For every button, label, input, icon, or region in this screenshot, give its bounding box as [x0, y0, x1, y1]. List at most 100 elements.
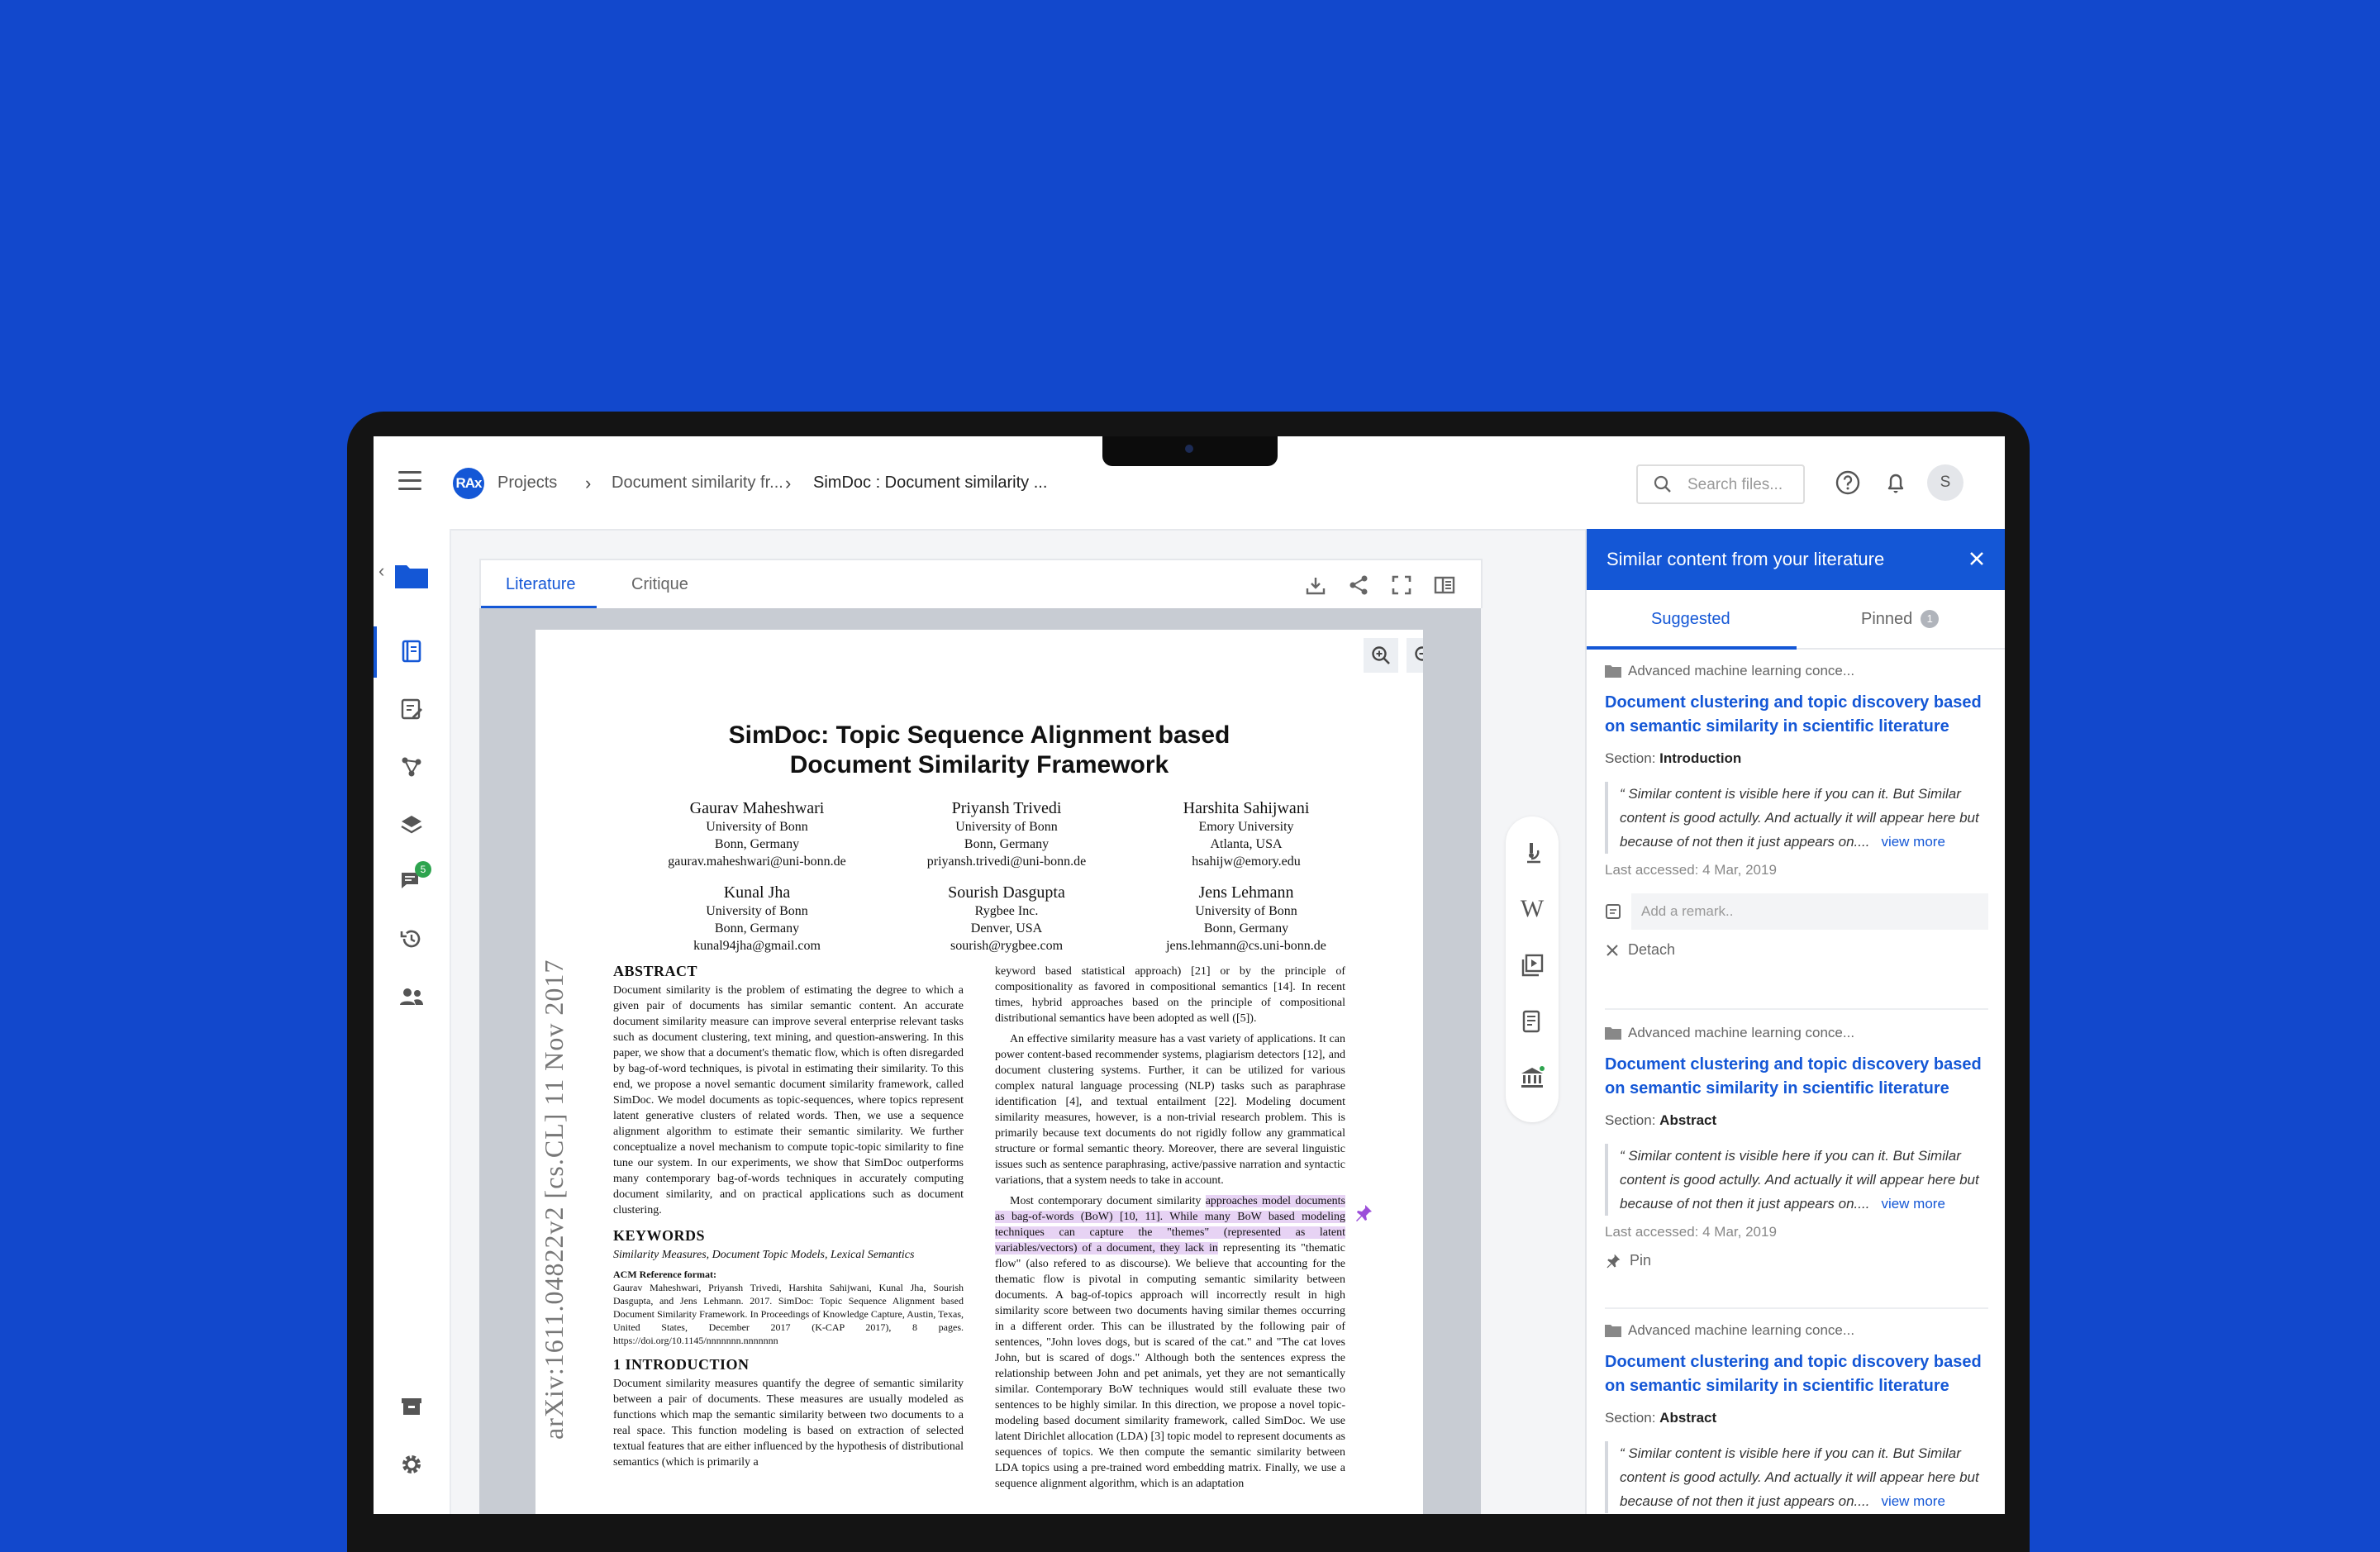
last-accessed: Last accessed: 4 Mar, 2019 — [1605, 1224, 1777, 1240]
folder-icon[interactable] — [393, 557, 430, 593]
view-more-link[interactable]: view more — [1881, 834, 1944, 850]
keywords-heading: KEYWORDS — [613, 1227, 706, 1244]
breadcrumb-projects[interactable]: Projects — [497, 474, 557, 493]
download-icon[interactable] — [1304, 574, 1327, 597]
similar-content-card: Advanced machine learning conce... Docum… — [1605, 1025, 1988, 1269]
tab-pinned[interactable]: Pinned 1 — [1861, 610, 1940, 629]
wikipedia-icon[interactable]: W — [1519, 895, 1545, 922]
author-block: Harshita Sahijwani Emory University Atla… — [1183, 799, 1310, 869]
card-section: Section: Introduction — [1605, 750, 1742, 766]
right-column: keyword based statistical approach) [21]… — [995, 964, 1345, 1497]
folder-icon — [1605, 1027, 1621, 1040]
folder-icon — [1605, 665, 1621, 678]
chevron-right-icon: › — [785, 473, 792, 493]
literature-icon[interactable] — [393, 633, 430, 669]
panel-title: Similar content from your literature — [1606, 549, 1885, 569]
author-block: Jens Lehmann University of Bonn Bonn, Ge… — [1166, 883, 1326, 953]
author-block: Priyansh Trivedi University of Bonn Bonn… — [926, 799, 1087, 869]
zoom-out-icon[interactable] — [1407, 638, 1423, 673]
layers-icon[interactable] — [393, 807, 430, 843]
folder-icon — [1605, 1325, 1621, 1337]
view-more-link[interactable]: view more — [1881, 1196, 1944, 1212]
tab-literature[interactable]: Literature — [506, 575, 576, 594]
note-icon — [1606, 904, 1621, 919]
chevron-right-icon: › — [585, 473, 592, 493]
institution-icon[interactable] — [1519, 1064, 1545, 1091]
introduction-text[interactable]: Document similarity measures quantify th… — [613, 1376, 964, 1470]
author-block: Sourish Dasgupta Rygbee Inc. Denver, USA… — [948, 883, 1065, 953]
team-icon[interactable] — [393, 978, 430, 1015]
pin-button[interactable]: Pin — [1605, 1252, 1988, 1269]
collapse-chevron-icon[interactable]: ‹ — [378, 560, 384, 582]
keywords-text: Similarity Measures, Document Topic Mode… — [613, 1249, 915, 1261]
paragraph[interactable]: keyword based statistical approach) [21]… — [995, 964, 1345, 1026]
left-rail: ‹ 5 — [374, 529, 451, 1514]
close-icon[interactable] — [1967, 549, 1987, 569]
breadcrumb-project[interactable]: Document similarity fr... — [612, 474, 783, 493]
acm-text: Gaurav Maheshwari, Priyansh Trivedi, Har… — [613, 1282, 964, 1346]
pinned-count-badge: 1 — [1921, 610, 1940, 628]
acm-heading: ACM Reference format: — [613, 1269, 717, 1280]
card-title-link[interactable]: Document clustering and topic discovery … — [1605, 691, 1988, 739]
arxiv-identifier: arXiv:1611.04822v2 [cs.CL] 11 Nov 2017 — [539, 959, 569, 1440]
last-accessed: Last accessed: 4 Mar, 2019 — [1605, 862, 1777, 878]
notes-edit-icon[interactable] — [393, 691, 430, 727]
introduction-heading: 1 INTRODUCTION — [613, 1356, 750, 1373]
card-quote: “ Similar content is visible here if you… — [1605, 782, 1988, 854]
document-viewer: Literature Critique SimDoc: Topic Sequen… — [479, 559, 1483, 1514]
author-block: Gaurav Maheshwari University of Bonn Bon… — [668, 799, 846, 869]
pdf-canvas: SimDoc: Topic Sequence Alignment based D… — [479, 608, 1481, 1514]
card-title-link[interactable]: Document clustering and topic discovery … — [1605, 1350, 1988, 1398]
viewer-tabs: Literature Critique — [479, 559, 1483, 608]
remark-input[interactable]: Add a remark.. — [1631, 893, 1988, 930]
left-column: ABSTRACT Document similarity is the prob… — [613, 964, 964, 1475]
tool-strip: W — [1506, 816, 1559, 1122]
paragraph[interactable]: Most contemporary document similarity ap… — [995, 1193, 1345, 1492]
archive-icon[interactable] — [393, 1388, 430, 1425]
divider — [1605, 1008, 1988, 1010]
history-icon[interactable] — [393, 921, 430, 957]
card-section: Section: Abstract — [1605, 1410, 1717, 1426]
help-icon[interactable] — [1833, 468, 1863, 497]
pin-icon — [1606, 1254, 1621, 1268]
detach-button[interactable]: Detach — [1605, 941, 1988, 959]
view-more-link[interactable]: view more — [1881, 1493, 1944, 1509]
share-icon[interactable] — [1347, 574, 1370, 597]
tab-suggested[interactable]: Suggested — [1651, 610, 1730, 629]
card-folder[interactable]: Advanced machine learning conce... — [1605, 663, 1988, 679]
panel-tabs: Suggested Pinned 1 — [1587, 590, 2005, 650]
zoom-in-icon[interactable] — [1364, 638, 1398, 673]
search-input[interactable]: Search files... — [1636, 464, 1805, 504]
pdf-page: SimDoc: Topic Sequence Alignment based D… — [536, 630, 1423, 1514]
split-view-icon[interactable] — [1433, 574, 1456, 597]
tab-underline — [1587, 646, 1797, 650]
messages-badge: 5 — [415, 861, 431, 878]
video-library-icon[interactable] — [1519, 952, 1545, 978]
card-folder[interactable]: Advanced machine learning conce... — [1605, 1322, 1988, 1339]
bell-icon[interactable] — [1881, 468, 1911, 497]
camera-icon — [1185, 445, 1193, 453]
author-block: Kunal Jha University of Bonn Bonn, Germa… — [693, 883, 821, 953]
abstract-text[interactable]: Document similarity is the problem of es… — [613, 983, 964, 1218]
app-logo[interactable]: RAx — [453, 468, 484, 499]
avatar[interactable]: S — [1927, 464, 1963, 501]
card-title-link[interactable]: Document clustering and topic discovery … — [1605, 1053, 1988, 1101]
breadcrumb-document[interactable]: SimDoc : Document similarity ... — [813, 474, 1047, 493]
close-icon — [1606, 944, 1618, 956]
messages-icon[interactable]: 5 — [393, 861, 431, 899]
fullscreen-icon[interactable] — [1390, 574, 1413, 597]
article-icon[interactable] — [1519, 1008, 1545, 1035]
tab-critique[interactable]: Critique — [631, 575, 688, 594]
card-folder[interactable]: Advanced machine learning conce... — [1605, 1025, 1988, 1041]
camera-notch — [1102, 436, 1278, 466]
panel-header: Similar content from your literature — [1587, 529, 2005, 590]
microscope-icon[interactable] — [1519, 840, 1545, 866]
settings-gear-icon[interactable] — [393, 1446, 430, 1483]
remark-row: Add a remark.. — [1605, 893, 1988, 930]
menu-icon[interactable] — [398, 471, 421, 491]
network-icon[interactable] — [393, 749, 430, 785]
pin-highlight-icon[interactable] — [1354, 1203, 1373, 1223]
similar-content-card: Advanced machine learning conce... Docum… — [1605, 663, 1988, 959]
paragraph[interactable]: An effective similarity measure has a va… — [995, 1031, 1345, 1188]
divider — [1605, 1307, 1988, 1309]
